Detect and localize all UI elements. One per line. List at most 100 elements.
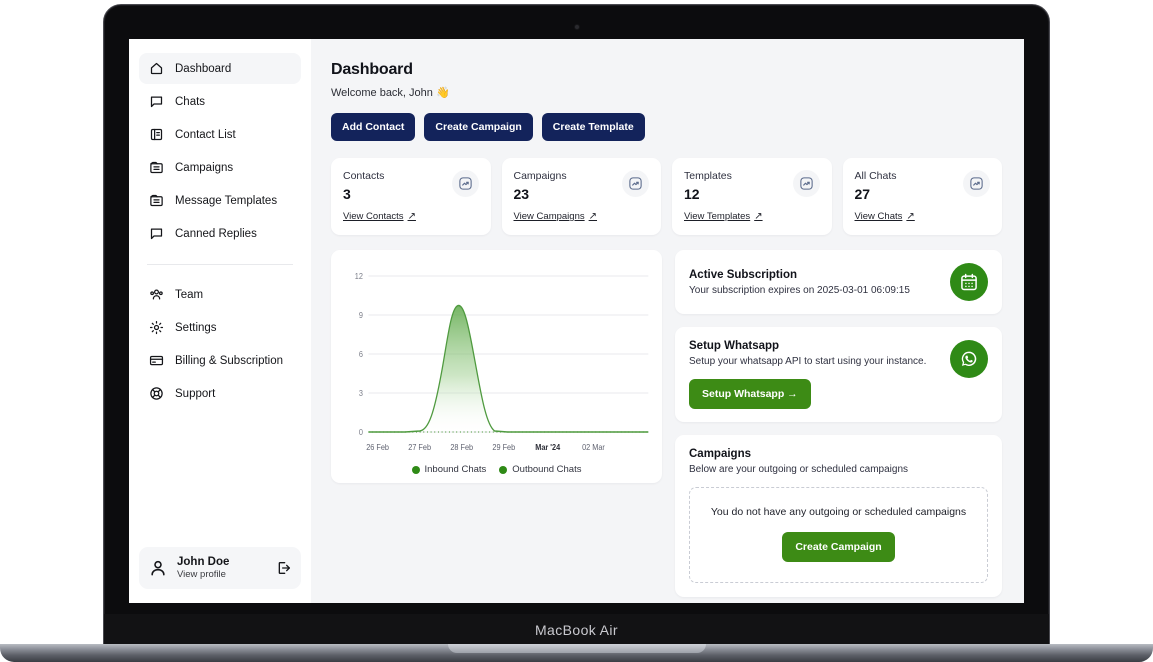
- svg-text:0: 0: [359, 428, 363, 437]
- chats-chart-card: 12 9 6 3 0: [331, 250, 662, 483]
- create-campaign-empty-button[interactable]: Create Campaign: [782, 532, 894, 562]
- sidebar-item-contact-list[interactable]: Contact List: [139, 119, 301, 150]
- arrow-up-right-icon: ↗: [754, 211, 762, 222]
- campaigns-title: Campaigns: [689, 448, 988, 460]
- card-icon: [149, 353, 164, 368]
- chart-area-fill: [368, 306, 648, 432]
- svg-text:9: 9: [359, 311, 363, 320]
- stat-card-body: Campaigns 23 View Campaigns ↗: [514, 170, 598, 224]
- svg-text:3: 3: [359, 389, 363, 398]
- svg-text:02 Mar: 02 Mar: [582, 443, 605, 452]
- empty-state-text: You do not have any outgoing or schedule…: [700, 506, 977, 518]
- setup-whatsapp-button[interactable]: Setup Whatsapp →: [689, 379, 811, 409]
- stat-value: 12: [684, 186, 763, 202]
- logout-icon[interactable]: [276, 560, 292, 576]
- trending-up-icon: [622, 170, 649, 197]
- subscription-title: Active Subscription: [689, 269, 910, 281]
- sidebar-item-label: Team: [175, 289, 203, 301]
- team-icon: [149, 287, 164, 302]
- sidebar-item-label: Chats: [175, 96, 205, 108]
- link-label: View Contacts: [343, 211, 404, 222]
- stat-label: Templates: [684, 170, 763, 182]
- lower-section: 12 9 6 3 0: [331, 250, 1002, 597]
- link-label: View Chats: [855, 211, 903, 222]
- main-content: Dashboard Welcome back, John 👋 Add Conta…: [311, 39, 1024, 603]
- sidebar-item-canned-replies[interactable]: Canned Replies: [139, 218, 301, 249]
- active-subscription-card: Active Subscription Your subscription ex…: [675, 250, 1002, 314]
- sidebar-item-label: Campaigns: [175, 162, 233, 174]
- subscription-subtitle: Your subscription expires on 2025-03-01 …: [689, 285, 910, 296]
- trending-up-icon: [452, 170, 479, 197]
- stat-card-body: Templates 12 View Templates↗: [684, 170, 763, 224]
- sidebar-spacer: [139, 409, 301, 547]
- sidebar-item-billing[interactable]: Billing & Subscription: [139, 345, 301, 376]
- sidebar-item-label: Settings: [175, 322, 217, 334]
- svg-text:28 Feb: 28 Feb: [450, 443, 473, 452]
- svg-text:27 Feb: 27 Feb: [408, 443, 431, 452]
- template-icon: [149, 193, 164, 208]
- sidebar-item-dashboard[interactable]: Dashboard: [139, 53, 301, 84]
- stat-value: 23: [514, 186, 598, 202]
- page-title: Dashboard: [331, 61, 1002, 79]
- campaigns-subtitle: Below are your outgoing or scheduled cam…: [689, 464, 988, 475]
- view-campaigns-link[interactable]: View Campaigns ↗: [514, 211, 598, 222]
- stat-card-row: Contacts 3 View Contacts↗ Campaigns: [331, 158, 1002, 235]
- device-label: MacBook Air: [535, 622, 618, 638]
- arrow-up-right-icon: ↗: [589, 211, 597, 222]
- sidebar-item-settings[interactable]: Settings: [139, 312, 301, 343]
- sidebar-item-message-templates[interactable]: Message Templates: [139, 185, 301, 216]
- stat-value: 27: [855, 186, 915, 202]
- sidebar: Dashboard Chats Contact: [129, 39, 311, 603]
- setup-whatsapp-card: Setup Whatsapp Setup your whatsapp API t…: [675, 327, 1002, 422]
- sidebar-item-label: Message Templates: [175, 195, 277, 207]
- whatsapp-text: Setup Whatsapp Setup your whatsapp API t…: [689, 340, 926, 409]
- stat-value: 3: [343, 186, 416, 202]
- profile-card[interactable]: John Doe View profile: [139, 547, 301, 589]
- legend-dot-icon: [499, 466, 507, 474]
- avatar: [148, 558, 168, 578]
- svg-text:29 Feb: 29 Feb: [492, 443, 515, 452]
- svg-text:6: 6: [359, 350, 363, 359]
- laptop-base-notch: [448, 644, 706, 653]
- link-label: View Campaigns: [514, 211, 585, 222]
- chat-icon: [149, 94, 164, 109]
- create-campaign-button[interactable]: Create Campaign: [424, 113, 532, 141]
- lifebuoy-icon: [149, 386, 164, 401]
- svg-text:12: 12: [355, 272, 363, 281]
- legend-label: Inbound Chats: [425, 464, 487, 475]
- welcome-message: Welcome back, John 👋: [331, 86, 1002, 99]
- create-template-button[interactable]: Create Template: [542, 113, 645, 141]
- home-icon: [149, 61, 164, 76]
- right-column: Active Subscription Your subscription ex…: [675, 250, 1002, 597]
- subscription-text: Active Subscription Your subscription ex…: [689, 269, 910, 296]
- screen: Dashboard Chats Contact: [129, 39, 1024, 603]
- sidebar-item-support[interactable]: Support: [139, 378, 301, 409]
- calendar-icon: [950, 263, 988, 301]
- campaigns-empty-state: You do not have any outgoing or schedule…: [689, 487, 988, 583]
- legend-item-outbound[interactable]: Outbound Chats: [499, 464, 581, 475]
- sidebar-item-label: Canned Replies: [175, 228, 257, 240]
- sidebar-item-label: Dashboard: [175, 63, 231, 75]
- stat-card-body: All Chats 27 View Chats↗: [855, 170, 915, 224]
- sidebar-item-campaigns[interactable]: Campaigns: [139, 152, 301, 183]
- chart-gridlines: [368, 276, 648, 432]
- legend-item-inbound[interactable]: Inbound Chats: [412, 464, 487, 475]
- sidebar-item-chats[interactable]: Chats: [139, 86, 301, 117]
- stat-label: Contacts: [343, 170, 416, 182]
- chart-y-ticks: 12 9 6 3 0: [355, 272, 363, 437]
- stat-label: Campaigns: [514, 170, 598, 182]
- view-contacts-link[interactable]: View Contacts↗: [343, 211, 416, 222]
- arrow-up-right-icon: ↗: [906, 211, 914, 222]
- view-chats-link[interactable]: View Chats↗: [855, 211, 915, 222]
- view-templates-link[interactable]: View Templates↗: [684, 211, 763, 222]
- campaign-icon: [149, 160, 164, 175]
- trending-up-icon: [963, 170, 990, 197]
- add-contact-button[interactable]: Add Contact: [331, 113, 415, 141]
- app-window: Dashboard Chats Contact: [129, 39, 1024, 603]
- gear-icon: [149, 320, 164, 335]
- sidebar-item-label: Billing & Subscription: [175, 355, 283, 367]
- sidebar-item-label: Support: [175, 388, 215, 400]
- laptop-chin: MacBook Air: [103, 614, 1050, 646]
- chart-svg: 12 9 6 3 0: [341, 262, 652, 458]
- sidebar-item-team[interactable]: Team: [139, 279, 301, 310]
